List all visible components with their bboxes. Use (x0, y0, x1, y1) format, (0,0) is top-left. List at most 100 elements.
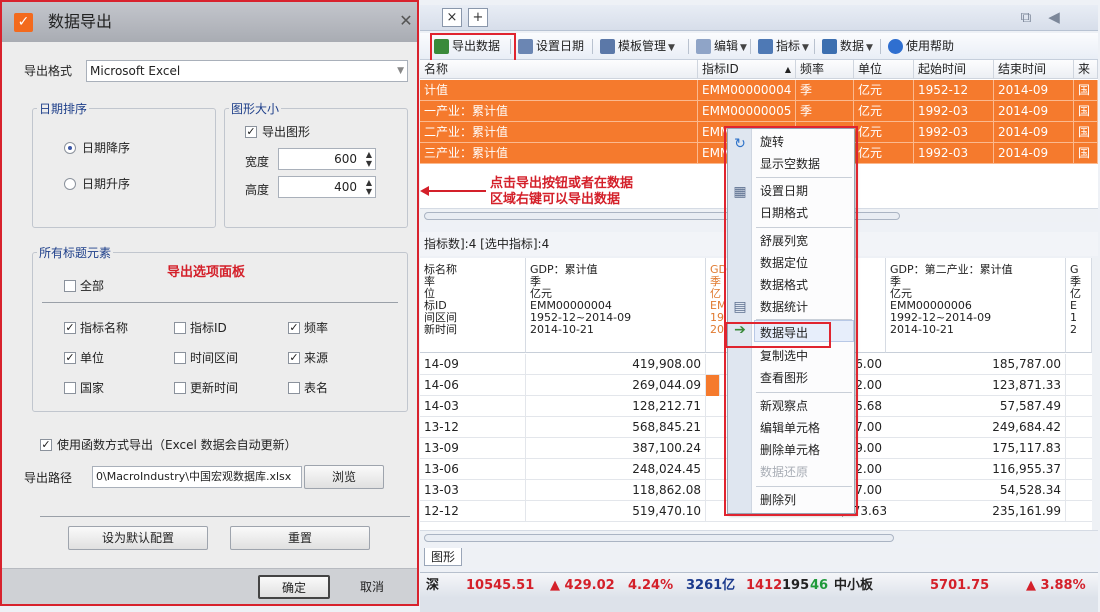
selected-cell[interactable] (706, 375, 720, 396)
top-grid-cell[interactable]: 亿元 (854, 80, 914, 101)
set-date-button[interactable]: 设置日期 (518, 37, 584, 57)
set-default-button[interactable]: 设为默认配置 (68, 526, 208, 550)
top-grid-cell[interactable]: EMM00000005 (698, 101, 796, 122)
cancel-button[interactable]: 取消 (360, 579, 384, 595)
back-arrow-icon[interactable]: ◀ (1044, 8, 1064, 27)
top-grid-cell[interactable]: 2014-09 (994, 143, 1074, 164)
column-header[interactable]: 频率 (796, 60, 854, 79)
table-cell[interactable]: 13-03 (420, 480, 526, 501)
use-function-checkbox[interactable]: ✓ (40, 439, 52, 451)
table-cell[interactable]: 54,528.34 (886, 480, 1066, 501)
edit-menu-button[interactable]: 编辑 ▼ (696, 37, 747, 57)
top-grid-cell[interactable]: 2014-09 (994, 80, 1074, 101)
table-cell[interactable]: 128,212.71 (526, 396, 706, 417)
top-grid-cell[interactable]: 国 (1074, 143, 1098, 164)
column-header-gdp[interactable]: GDP：累计值 季 亿元 EMM00000004 1952-12~2014-09… (526, 258, 706, 353)
reset-button[interactable]: 重置 (230, 526, 370, 550)
top-grid-cell[interactable]: 计值 (420, 80, 698, 101)
ok-button[interactable]: 确定 (258, 575, 330, 599)
table-cell[interactable]: 175,117.83 (886, 438, 1066, 459)
title-element-checkbox[interactable]: ✓ (64, 322, 76, 334)
table-cell[interactable]: 13-12 (420, 417, 526, 438)
table-cell[interactable]: 249,684.42 (886, 417, 1066, 438)
horizontal-scrollbar[interactable] (420, 530, 1098, 544)
restore-window-icon[interactable]: ⧉ (1016, 8, 1036, 27)
top-grid-cell[interactable]: 1952-12 (914, 80, 994, 101)
top-grid-cell[interactable]: 一产业：累计值 (420, 101, 698, 122)
top-grid-cell[interactable]: 亿元 (854, 143, 914, 164)
table-cell[interactable]: 14-03 (420, 396, 526, 417)
top-grid-cell[interactable]: 2014-09 (994, 122, 1074, 143)
table-cell[interactable]: 269,044.09 (526, 375, 706, 396)
date-desc-radio[interactable] (64, 142, 76, 154)
column-header[interactable]: 来 (1074, 60, 1098, 79)
title-element-checkbox[interactable] (174, 352, 186, 364)
table-cell[interactable]: 14-06 (420, 375, 526, 396)
title-element-checkbox[interactable] (174, 322, 186, 334)
new-tab-icon[interactable]: + (468, 8, 488, 27)
title-element-checkbox[interactable]: ✓ (64, 352, 76, 364)
width-stepper[interactable]: 600 ▲ ▼ (278, 148, 376, 170)
top-grid-cell[interactable]: 亿元 (854, 122, 914, 143)
chart-size-legend: 图形大小 (231, 102, 280, 116)
column-header[interactable]: 起始时间 (914, 60, 994, 79)
table-cell[interactable]: 185,787.00 (886, 354, 1066, 375)
stepper-arrows-icon[interactable]: ▲ ▼ (366, 150, 372, 168)
table-cell[interactable]: 387,100.24 (526, 438, 706, 459)
dialog-title-bar[interactable]: ✓ 数据导出 ✕ (2, 2, 417, 42)
height-stepper[interactable]: 400 ▲ ▼ (278, 176, 376, 198)
title-element-checkbox[interactable]: ✓ (288, 352, 300, 364)
top-grid-cell[interactable]: 1992-03 (914, 143, 994, 164)
vertical-scrollbar[interactable] (1092, 258, 1100, 530)
column-header[interactable]: 单位 (854, 60, 914, 79)
table-cell[interactable]: 419,908.00 (526, 354, 706, 375)
close-tab-icon[interactable]: × (442, 8, 462, 27)
table-cell[interactable]: 118,862.08 (526, 480, 706, 501)
column-header-gdp-tertiary[interactable]: G 季 亿 E 1 2 (1066, 258, 1092, 353)
table-cell[interactable]: 13-09 (420, 438, 526, 459)
top-grid-cell[interactable]: 三产业：累计值 (420, 143, 698, 164)
export-chart-checkbox[interactable]: ✓ (245, 126, 257, 138)
template-manage-button[interactable]: 模板管理 ▼ (600, 37, 675, 57)
column-header[interactable]: 名称 (420, 60, 698, 79)
all-checkbox[interactable] (64, 280, 76, 292)
data-menu-button[interactable]: 数据 ▼ (822, 37, 873, 57)
top-grid-cell[interactable]: 亿元 (854, 101, 914, 122)
title-element-checkbox[interactable] (174, 382, 186, 394)
table-cell[interactable]: 14-09 (420, 354, 526, 375)
path-input[interactable]: 0\MacroIndustry\中国宏观数据库.xlsx (92, 466, 302, 488)
sheet-tab-chart[interactable]: 图形 (424, 548, 463, 566)
table-cell[interactable]: 519,470.10 (526, 501, 706, 522)
top-grid-cell[interactable]: 国 (1074, 122, 1098, 143)
table-cell[interactable]: 235,161.99 (886, 501, 1066, 522)
table-cell[interactable]: 116,955.37 (886, 459, 1066, 480)
table-cell[interactable]: 123,871.33 (886, 375, 1066, 396)
top-grid-cell[interactable]: 季 (796, 101, 854, 122)
top-grid-cell[interactable]: 季 (796, 80, 854, 101)
top-grid-cell[interactable]: 2014-09 (994, 101, 1074, 122)
title-element-checkbox[interactable] (288, 382, 300, 394)
table-cell[interactable]: 248,024.45 (526, 459, 706, 480)
browse-button[interactable]: 浏览 (304, 465, 384, 489)
top-grid-cell[interactable]: 国 (1074, 101, 1098, 122)
title-element-checkbox[interactable] (64, 382, 76, 394)
column-header[interactable]: 指标ID ▲ (698, 60, 796, 79)
top-grid-cell[interactable]: 1992-03 (914, 101, 994, 122)
top-grid-cell[interactable]: 国 (1074, 80, 1098, 101)
top-grid-cell[interactable]: EMM00000004 (698, 80, 796, 101)
format-select[interactable]: Microsoft Excel ▼ (86, 60, 408, 82)
table-cell[interactable]: 12-12 (420, 501, 526, 522)
date-asc-radio[interactable] (64, 178, 76, 190)
table-cell[interactable]: 568,845.21 (526, 417, 706, 438)
table-cell[interactable]: 13-06 (420, 459, 526, 480)
indicator-menu-button[interactable]: 指标 ▼ (758, 37, 809, 57)
close-icon[interactable]: ✕ (398, 12, 414, 30)
title-element-checkbox[interactable]: ✓ (288, 322, 300, 334)
help-button[interactable]: 使用帮助 (888, 37, 954, 57)
stepper-arrows-icon[interactable]: ▲ ▼ (366, 178, 372, 196)
column-header[interactable]: 结束时间 (994, 60, 1074, 79)
column-header-gdp-secondary[interactable]: GDP：第二产业：累计值 季 亿元 EMM00000006 1992-12~20… (886, 258, 1066, 353)
top-grid-cell[interactable]: 二产业：累计值 (420, 122, 698, 143)
table-cell[interactable]: 57,587.49 (886, 396, 1066, 417)
top-grid-cell[interactable]: 1992-03 (914, 122, 994, 143)
